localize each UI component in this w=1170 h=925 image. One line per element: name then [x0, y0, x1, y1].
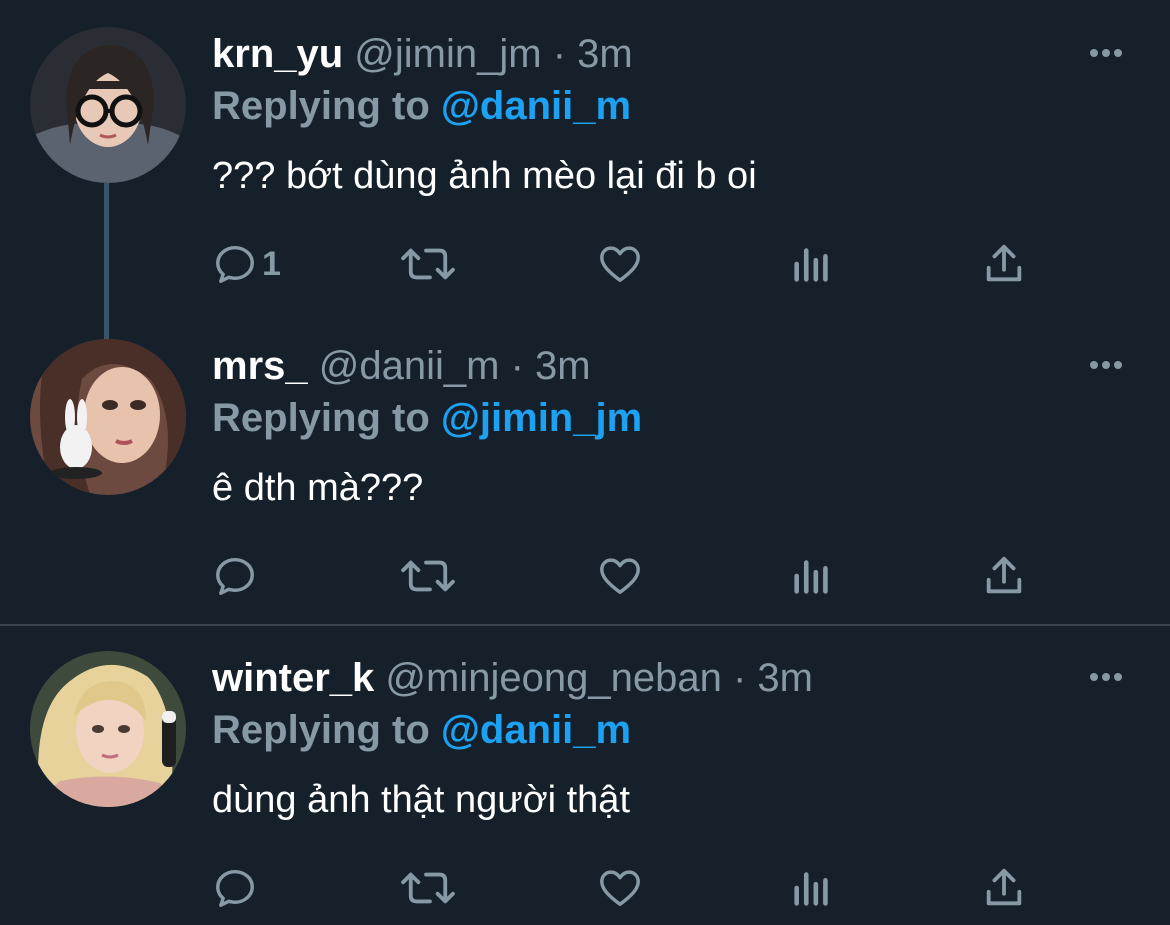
retweet-button[interactable]: [398, 864, 458, 912]
reply-button[interactable]: 1: [212, 240, 281, 288]
mention-link[interactable]: @jimin_jm: [441, 396, 642, 440]
mention-link[interactable]: @danii_m: [441, 708, 631, 752]
display-name[interactable]: winter_k: [212, 656, 374, 700]
retweet-icon: [401, 872, 455, 904]
reply-button[interactable]: [212, 552, 262, 600]
user-handle[interactable]: @danii_m: [319, 344, 500, 388]
like-button[interactable]: [596, 552, 644, 600]
user-handle[interactable]: @minjeong_neban: [385, 656, 721, 700]
replying-to: Replying to @jimin_jm: [212, 394, 642, 442]
retweet-button[interactable]: [398, 552, 458, 600]
retweet-icon: [401, 560, 455, 592]
timestamp[interactable]: 3m: [577, 32, 633, 76]
views-icon: [794, 248, 828, 282]
heart-icon: [600, 246, 640, 283]
share-button[interactable]: [982, 864, 1026, 912]
more-icon[interactable]: [1086, 43, 1126, 63]
tweet-text: ê dth mà???: [212, 467, 424, 509]
action-bar: 1: [212, 240, 1112, 288]
views-icon: [794, 560, 828, 594]
tweet-header: mrs_ @danii_m · 3m: [212, 342, 591, 390]
more-icon[interactable]: [1086, 667, 1126, 687]
like-button[interactable]: [596, 864, 644, 912]
user-handle[interactable]: @jimin_jm: [354, 32, 541, 76]
display-name[interactable]: krn_yu: [212, 32, 343, 76]
tweet[interactable]: mrs_ @danii_m · 3m Replying to @jimin_jm…: [0, 312, 1170, 624]
timestamp[interactable]: 3m: [757, 656, 813, 700]
share-button[interactable]: [982, 240, 1026, 288]
tweet[interactable]: winter_k @minjeong_neban · 3m Replying t…: [0, 624, 1170, 925]
separator-dot: ·: [510, 344, 524, 388]
reply-icon: [216, 557, 254, 595]
replying-to-label: Replying to: [212, 396, 441, 440]
views-button[interactable]: [790, 240, 834, 288]
tweet-header: winter_k @minjeong_neban · 3m: [212, 654, 813, 702]
reply-count: 1: [262, 244, 281, 283]
mention-link[interactable]: @danii_m: [441, 84, 631, 128]
action-bar: [212, 552, 1112, 600]
replying-to-label: Replying to: [212, 708, 441, 752]
display-name[interactable]: mrs_: [212, 344, 308, 388]
timestamp[interactable]: 3m: [535, 344, 591, 388]
separator-dot: ·: [552, 32, 567, 76]
retweet-icon: [401, 248, 455, 280]
like-button[interactable]: [596, 240, 644, 288]
tweet-header: krn_yu @jimin_jm · 3m: [212, 30, 633, 78]
heart-icon: [600, 870, 640, 907]
action-bar: [212, 864, 1112, 912]
reply-icon: [216, 869, 254, 907]
tweet-text: dùng ảnh thật người thật: [212, 779, 630, 821]
more-icon[interactable]: [1086, 355, 1126, 375]
avatar[interactable]: [30, 339, 186, 495]
share-icon: [986, 868, 1022, 906]
reply-icon: [216, 245, 254, 283]
tweet[interactable]: krn_yu @jimin_jm · 3m Replying to @danii…: [0, 0, 1170, 339]
views-button[interactable]: [790, 552, 834, 600]
avatar[interactable]: [30, 651, 186, 807]
share-button[interactable]: [982, 552, 1026, 600]
views-button[interactable]: [790, 864, 834, 912]
replying-to: Replying to @danii_m: [212, 82, 631, 130]
share-icon: [986, 556, 1022, 594]
replying-to-label: Replying to: [212, 84, 441, 128]
avatar[interactable]: [30, 27, 186, 183]
views-icon: [794, 872, 828, 906]
share-icon: [986, 244, 1022, 282]
replying-to: Replying to @danii_m: [212, 706, 631, 754]
separator-dot: ·: [732, 656, 747, 700]
tweet-text: ??? bớt dùng ảnh mèo lại đi b oi: [212, 155, 757, 197]
reply-button[interactable]: [212, 864, 262, 912]
retweet-button[interactable]: [398, 240, 458, 288]
heart-icon: [600, 558, 640, 595]
